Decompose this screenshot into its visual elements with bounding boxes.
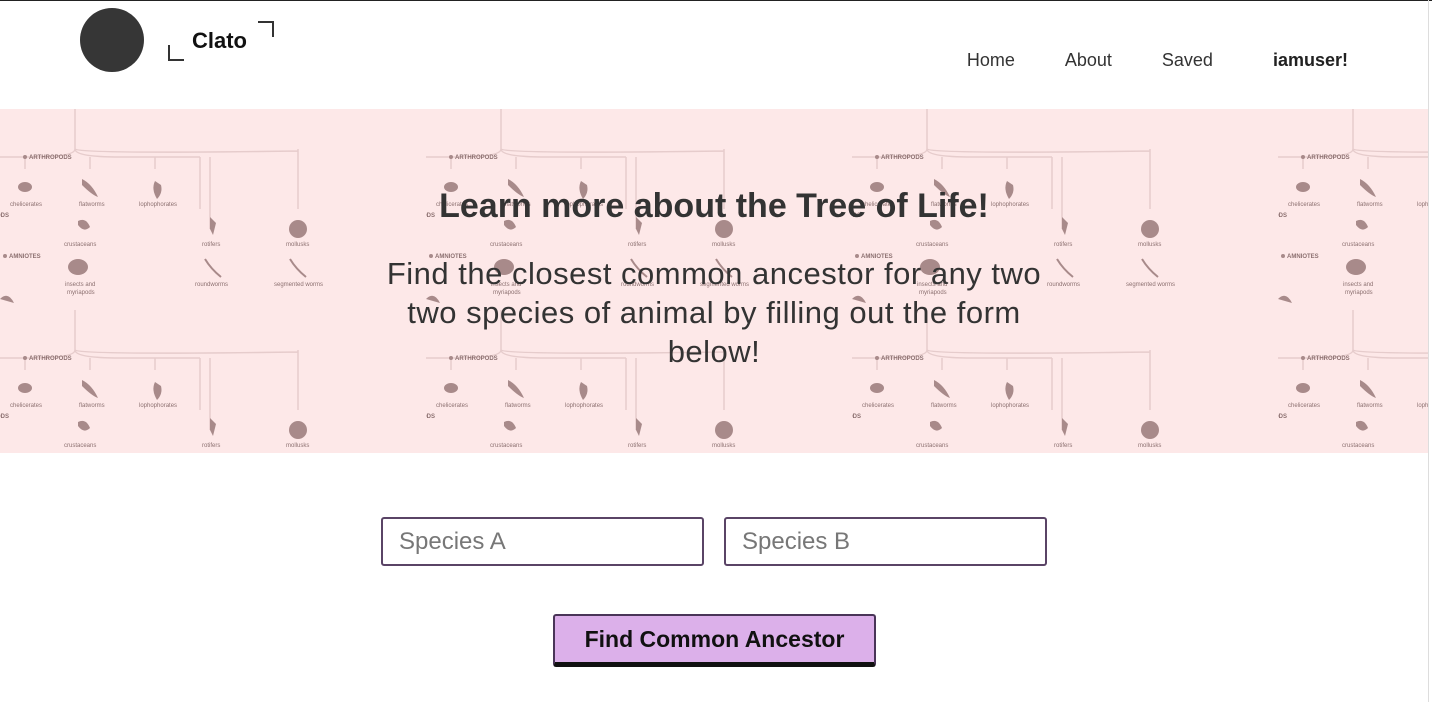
brand-logo[interactable]: Clato <box>168 21 274 61</box>
species-b-input[interactable] <box>724 517 1047 566</box>
brand-name: Clato <box>192 28 247 53</box>
bracket-corner-icon <box>258 21 274 37</box>
hero-banner: ARTHROPODS AMNIOTES PODS chelicerates fl… <box>0 109 1428 453</box>
hero-title: Learn more about the Tree of Life! <box>439 187 989 225</box>
bracket-corner-icon <box>168 45 184 61</box>
nav-user[interactable]: iamuser! <box>1273 50 1348 71</box>
scrollbar-edge <box>1428 0 1429 702</box>
site-header: Clato Home About Saved iamuser! <box>0 1 1428 109</box>
hero-subtitle: Find the closest common ancestor for any… <box>386 256 1042 369</box>
nav-home[interactable]: Home <box>967 50 1015 71</box>
nav-saved[interactable]: Saved <box>1162 50 1213 71</box>
find-common-ancestor-button[interactable]: Find Common Ancestor <box>553 614 876 667</box>
nav-about[interactable]: About <box>1065 50 1112 71</box>
species-a-input[interactable] <box>381 517 704 566</box>
main-nav: Home About Saved iamuser! <box>917 50 1348 71</box>
logo-circle-icon[interactable] <box>80 8 144 72</box>
